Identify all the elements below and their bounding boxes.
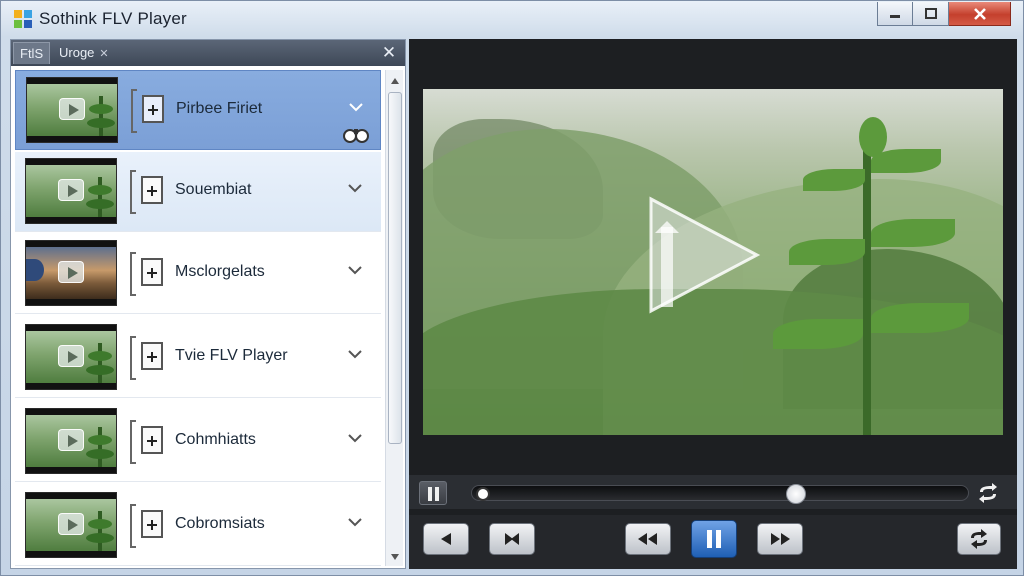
scroll-up-icon[interactable] bbox=[389, 74, 401, 86]
pause-toggle-button[interactable] bbox=[419, 481, 447, 505]
rewind-icon bbox=[638, 533, 657, 545]
add-to-queue-icon[interactable] bbox=[141, 342, 163, 370]
playback-controls bbox=[409, 515, 1017, 569]
rewind-button[interactable] bbox=[625, 523, 671, 555]
playlist-item-label: Tvie FLV Player bbox=[175, 347, 288, 364]
next-frame-button[interactable] bbox=[489, 523, 535, 555]
playlist-tab-bar: FtlS Uroge ✕ ✕ bbox=[11, 40, 405, 66]
video-thumbnail bbox=[26, 77, 118, 143]
thumbnail-play-icon bbox=[58, 261, 84, 283]
video-thumbnail bbox=[25, 324, 117, 390]
playlist-scrollbar[interactable] bbox=[385, 70, 403, 566]
seek-start-marker bbox=[476, 487, 490, 501]
player-panel bbox=[409, 39, 1017, 569]
playlist-item[interactable]: Pirbee Firiet bbox=[15, 70, 381, 150]
chevron-down-icon[interactable] bbox=[345, 260, 365, 280]
chevron-down-icon[interactable] bbox=[345, 178, 365, 198]
fast-forward-button[interactable] bbox=[757, 523, 803, 555]
minimize-icon bbox=[890, 14, 900, 18]
fast-forward-icon bbox=[771, 533, 790, 545]
playlist-item-label: Cohmhiatts bbox=[175, 431, 256, 448]
pause-button[interactable] bbox=[691, 520, 737, 558]
playlist-item-label: Msclorgelats bbox=[175, 263, 265, 280]
tab-uroge[interactable]: Uroge ✕ bbox=[53, 42, 115, 64]
playlist-item[interactable]: Msclorgelats bbox=[15, 234, 381, 314]
playlist: Pirbee Firiet Souembiat Msclorgelats Tvi… bbox=[15, 70, 381, 566]
tab-close-icon[interactable]: ✕ bbox=[99, 48, 108, 60]
playlist-item-label: Cobromsiats bbox=[175, 515, 265, 532]
repeat-icon bbox=[971, 529, 987, 549]
binoculars-icon bbox=[342, 125, 370, 143]
window-controls bbox=[877, 2, 1011, 26]
minimize-button[interactable] bbox=[877, 2, 913, 26]
panel-close-button[interactable]: ✕ bbox=[379, 43, 399, 63]
scrollbar-thumb[interactable] bbox=[388, 92, 402, 444]
add-to-queue-icon[interactable] bbox=[141, 176, 163, 204]
video-viewport[interactable] bbox=[423, 89, 1003, 435]
video-play-overlay-icon[interactable] bbox=[645, 191, 763, 319]
playlist-item[interactable]: Cobromsiats bbox=[15, 486, 381, 566]
title-bar: Sothink FLV Player bbox=[1, 1, 1024, 37]
close-window-button[interactable] bbox=[949, 2, 1011, 26]
app-window: Sothink FLV Player FtlS Uroge ✕ ✕ Pirbee… bbox=[0, 0, 1024, 576]
playlist-item-label: Pirbee Firiet bbox=[176, 100, 263, 117]
chevron-down-icon[interactable] bbox=[345, 428, 365, 448]
chevron-down-icon[interactable] bbox=[346, 97, 366, 117]
add-to-queue-icon[interactable] bbox=[142, 95, 164, 123]
playlist-item[interactable]: Tvie FLV Player bbox=[15, 318, 381, 398]
playlist-item-label: Souembiat bbox=[175, 181, 252, 198]
video-thumbnail bbox=[25, 240, 117, 306]
video-thumbnail bbox=[25, 158, 117, 224]
thumbnail-play-icon bbox=[58, 429, 84, 451]
tab-flts[interactable]: FtlS bbox=[13, 42, 51, 64]
repeat-small-icon[interactable] bbox=[975, 483, 1001, 503]
next-frame-icon bbox=[505, 533, 519, 545]
seek-bar-area bbox=[409, 475, 1017, 509]
window-title: Sothink FLV Player bbox=[39, 9, 187, 28]
playlist-item[interactable]: Souembiat bbox=[15, 152, 381, 232]
tab-uroge-label: Uroge bbox=[59, 45, 95, 60]
video-thumbnail bbox=[25, 408, 117, 474]
close-icon bbox=[973, 7, 986, 20]
chevron-down-icon[interactable] bbox=[345, 512, 365, 532]
maximize-icon bbox=[924, 7, 937, 19]
maximize-button[interactable] bbox=[913, 2, 949, 26]
previous-button[interactable] bbox=[423, 523, 469, 555]
seek-thumb[interactable] bbox=[786, 484, 806, 504]
previous-icon bbox=[441, 533, 451, 545]
add-to-queue-icon[interactable] bbox=[141, 258, 163, 286]
thumbnail-play-icon bbox=[58, 513, 84, 535]
pause-icon bbox=[707, 530, 721, 548]
thumbnail-play-icon bbox=[58, 345, 84, 367]
scroll-down-icon[interactable] bbox=[389, 550, 401, 562]
playlist-item[interactable]: Cohmhiatts bbox=[15, 402, 381, 482]
thumbnail-play-icon bbox=[58, 179, 84, 201]
video-thumbnail bbox=[25, 492, 117, 558]
playlist-panel: FtlS Uroge ✕ ✕ Pirbee Firiet Souembiat M… bbox=[10, 39, 406, 569]
app-logo-icon bbox=[13, 9, 33, 29]
add-to-queue-icon[interactable] bbox=[141, 426, 163, 454]
repeat-button[interactable] bbox=[957, 523, 1001, 555]
add-to-queue-icon[interactable] bbox=[141, 510, 163, 538]
thumbnail-play-icon bbox=[59, 98, 85, 120]
chevron-down-icon[interactable] bbox=[345, 344, 365, 364]
seek-track[interactable] bbox=[471, 484, 969, 504]
